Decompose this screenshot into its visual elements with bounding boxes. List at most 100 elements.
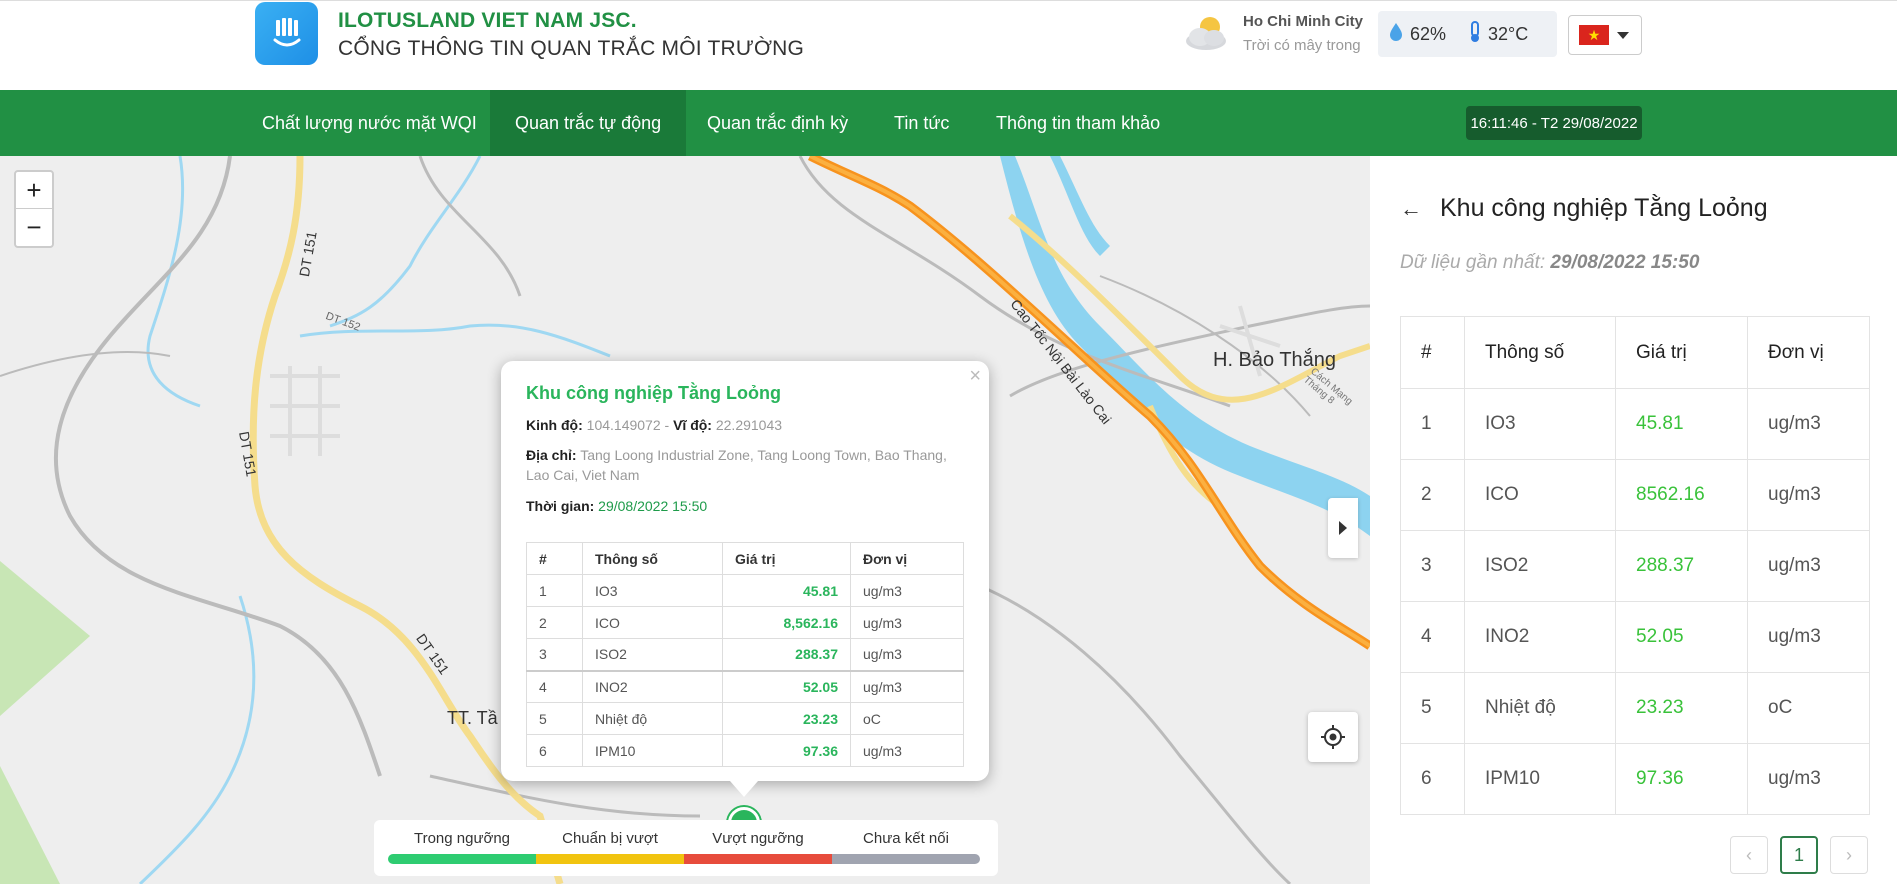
weather-condition: Trời có mây trong [1243,37,1361,54]
popup-address: Địa chỉ: Tang Loong Industrial Zone, Tan… [526,445,956,485]
time-value: 29/08/2022 15:50 [598,498,708,514]
cell-no: 4 [1400,601,1465,673]
cell-no: 5 [526,702,583,735]
cell-no: 3 [526,638,583,671]
cell-value: 8562.16 [1615,459,1748,531]
table-row: 5 Nhiệt độ 23.23 oC [526,702,964,735]
table-row: 6 IPM10 97.36 ug/m3 [526,734,964,767]
zoom-out-button[interactable]: − [16,209,52,246]
cell-unit: ug/m3 [850,638,964,671]
popup-coordinates: Kinh độ: 104.149072 - Vĩ độ: 22.291043 [526,415,956,435]
nav-item-references[interactable]: Thông tin tham khảo [971,90,1185,156]
main-nav: Chất lượng nước mặt WQI Quan trắc tự độn… [0,90,1897,156]
cell-unit: ug/m3 [1747,601,1870,673]
cell-unit: ug/m3 [1747,530,1870,602]
clock: 16:11:46 - T2 29/08/2022 [1466,106,1642,140]
popup-tip [730,781,758,797]
legend-swatch-exceeded [684,854,832,864]
nav-item-news[interactable]: Tin tức [869,90,974,156]
cell-unit: oC [850,702,964,735]
header-no: # [526,542,583,575]
prev-page-button[interactable]: ‹ [1730,836,1768,874]
cell-value: 45.81 [722,574,851,607]
cell-param: IPM10 [582,734,723,767]
cell-unit: oC [1747,672,1870,744]
town-label: TT. Tầ [447,708,498,728]
table-row: 3 ISO2 288.37 ug/m3 [1400,530,1870,602]
cell-unit: ug/m3 [1747,388,1870,460]
cell-param: ISO2 [1464,530,1616,602]
cell-value: 288.37 [722,638,851,671]
cell-param: INO2 [582,669,723,703]
next-page-button[interactable]: › [1830,836,1868,874]
station-popup: × Khu công nghiệp Tằng Loỏng Kinh độ: 10… [501,361,989,781]
table-row: 4 INO2 52.05 ug/m3 [526,669,964,703]
table-row: 6 IPM10 97.36 ug/m3 [1400,743,1870,815]
latest-label: Dữ liệu gần nhất: [1400,252,1546,273]
vietnam-flag-icon: ★ [1579,25,1609,45]
header-no: # [1400,316,1465,389]
address-value: Tang Loong Industrial Zone, Tang Loong T… [526,447,947,483]
latitude-value: 22.291043 [715,417,783,433]
cell-no: 2 [526,606,583,639]
header: ILOTUSLAND VIET NAM JSC. CỔNG THÔNG TIN … [0,0,1897,90]
table-row: 3 ISO2 288.37 ug/m3 [526,638,964,671]
latest-data: Dữ liệu gần nhất: 29/08/2022 15:50 [1400,252,1699,274]
cell-param: Nhiệt độ [582,702,723,735]
legend-swatch-approaching [536,854,684,864]
legend-label-disconnected: Chưa kết nối [863,830,949,847]
header-param: Thông số [582,542,723,575]
latest-time: 29/08/2022 15:50 [1550,252,1700,273]
brand-name: ILOTUSLAND VIET NAM JSC. [338,9,637,32]
cell-param: ICO [582,606,723,639]
cell-value: 52.05 [722,669,851,703]
table-row: 1 IO3 45.81 ug/m3 [526,574,964,607]
nav-item-wqi[interactable]: Chất lượng nước mặt WQI [237,90,502,156]
popup-data-table: # Thông số Giá trị Đơn vị 1 IO3 45.81 ug… [526,542,964,767]
longitude-value: 104.149072 [586,417,661,433]
longitude-label: Kinh độ: [526,417,583,433]
thermometer-icon [1468,20,1482,48]
popup-title: Khu công nghiệp Tằng Loỏng [526,383,781,403]
cell-unit: ug/m3 [850,574,964,607]
cell-unit: ug/m3 [1747,459,1870,531]
legend-label-exceeded: Vượt ngưỡng [712,830,804,847]
locate-button[interactable] [1308,712,1358,762]
legend-label-within: Trong ngưỡng [413,830,511,847]
cell-param: INO2 [1464,601,1616,673]
cell-param: ISO2 [582,638,723,671]
cell-value: 8,562.16 [722,606,851,639]
page-1-button[interactable]: 1 [1780,836,1818,874]
cell-no: 1 [1400,388,1465,460]
cell-value: 23.23 [1615,672,1748,744]
cell-unit: ug/m3 [850,669,964,703]
nav-item-periodic-monitoring[interactable]: Quan trắc định kỳ [682,90,873,156]
cell-unit: ug/m3 [850,606,964,639]
crosshair-icon [1321,725,1345,749]
table-row: 4 INO2 52.05 ug/m3 [1400,601,1870,673]
close-icon[interactable]: × [969,365,981,388]
nav-item-automatic-monitoring[interactable]: Quan trắc tự động [490,90,687,156]
cloud-sun-icon [1180,13,1236,53]
brand-subtitle: CỔNG THÔNG TIN QUAN TRẮC MÔI TRƯỜNG [338,37,805,60]
cell-param: ICO [1464,459,1616,531]
table-row: 2 ICO 8562.16 ug/m3 [1400,459,1870,531]
back-arrow-icon[interactable]: ← [1400,196,1422,222]
lotus-logo-icon[interactable] [255,2,318,65]
header-value: Giá trị [722,542,851,575]
cell-param: IO3 [1464,388,1616,460]
legend-label-approaching: Chuẩn bị vượt [562,830,658,847]
header-unit: Đơn vị [1747,316,1870,389]
station-detail-panel: ← Khu công nghiệp Tằng Loỏng Dữ liệu gần… [1370,156,1897,884]
latitude-label: Vĩ độ: [673,417,712,433]
humidity-value: 62% [1410,23,1447,44]
droplet-icon [1388,22,1404,47]
cell-no: 3 [1400,530,1465,602]
panel-toggle-button[interactable] [1328,498,1358,558]
language-selector[interactable]: ★ [1568,15,1642,55]
cell-no: 6 [526,734,583,767]
zoom-in-button[interactable]: + [16,172,52,209]
address-label: Địa chỉ: [526,447,577,463]
table-row: 2 ICO 8,562.16 ug/m3 [526,606,964,639]
legend-swatch-disconnected [832,854,980,864]
